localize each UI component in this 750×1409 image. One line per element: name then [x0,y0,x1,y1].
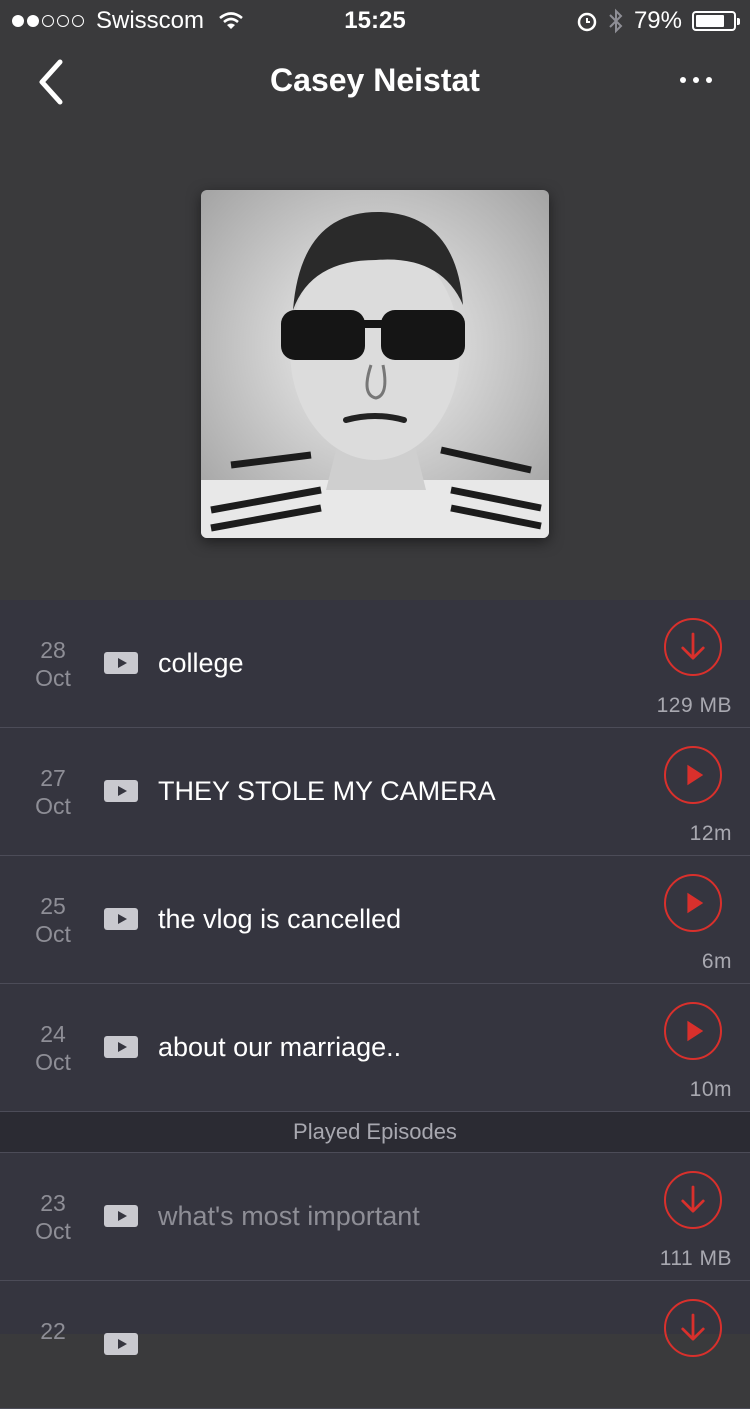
episode-row[interactable]: 25 Oct the vlog is cancelled 6m [0,856,750,984]
video-badge-icon [104,780,138,802]
download-icon[interactable] [664,1299,722,1357]
podcast-artwork [201,190,549,538]
episode-title: what's most important [158,1201,420,1231]
episode-title: college [158,648,244,678]
episode-duration: 6m [701,950,732,973]
episode-date: 28 Oct [35,637,71,691]
battery-icon [692,11,740,31]
video-badge-icon [104,652,138,674]
episode-date: 25 Oct [35,893,71,947]
episode-date: 24 Oct [35,1021,71,1075]
play-icon[interactable] [664,1002,722,1060]
episode-row[interactable]: 23 Oct what's most important 111 MB [0,1153,750,1281]
status-bar: Swisscom 15:25 79% [0,0,750,40]
episode-title: the vlog is cancelled [158,904,402,934]
bluetooth-icon [609,8,623,34]
episode-row[interactable]: 27 Oct THEY STOLE MY CAMERA 12m [0,728,750,856]
video-badge-icon [104,908,138,930]
video-badge-icon [104,1205,138,1227]
status-right-group: 79% [576,7,740,35]
episode-date: 22 [40,1318,66,1344]
episode-title: about our marriage.. [158,1032,402,1062]
episode-row[interactable]: 28 Oct college 129 MB [0,600,750,728]
play-icon[interactable] [664,746,722,804]
video-badge-icon [104,1333,138,1355]
episode-list[interactable]: 28 Oct college 129 MB 27 Oct THEY STOLE MY… [0,600,750,1409]
episode-date: 27 Oct [35,765,71,819]
episode-duration: 10m [689,1078,732,1101]
page-title: Casey Neistat [270,62,480,98]
navigation-bar: Casey Neistat [0,40,750,124]
episode-date: 23 Oct [35,1190,71,1244]
episode-row[interactable]: 24 Oct about our marriage.. 10m [0,984,750,1112]
episode-size: 129 MB [656,694,732,717]
alarm-icon [577,12,597,32]
download-icon[interactable] [664,1171,722,1229]
section-header-played: Played Episodes [0,1112,750,1153]
episode-duration: 12m [689,822,732,845]
battery-percent: 79% [633,7,682,34]
episode-size: 111 MB [659,1247,732,1270]
episode-row[interactable]: 22 [0,1281,750,1409]
episode-title: THEY STOLE MY CAMERA [158,776,496,806]
video-badge-icon [104,1036,138,1058]
play-icon[interactable] [664,874,722,932]
download-icon[interactable] [664,618,722,676]
more-dots-icon[interactable] [680,68,720,92]
